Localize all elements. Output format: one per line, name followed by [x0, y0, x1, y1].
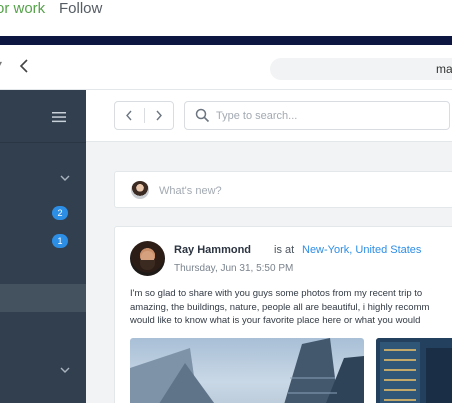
post-body: I'm so glad to share with you guys some … — [130, 287, 452, 328]
location-link[interactable]: New-York, United States — [302, 244, 421, 256]
content-toolbar — [86, 90, 452, 142]
notification-badge: 2 — [52, 206, 68, 220]
compose-input[interactable] — [159, 182, 359, 199]
post-timestamp: Thursday, Jun 31, 5:50 PM — [174, 263, 294, 274]
avatar — [131, 181, 149, 199]
post-body-line: amazing, the buildings, nature, people a… — [130, 301, 430, 313]
page-header: or work Follow — [0, 0, 452, 36]
post-card: Ray Hammond is at New-York, United State… — [114, 226, 452, 403]
caret-down-icon[interactable]: ▾ — [0, 59, 2, 70]
partial-link[interactable]: or work — [0, 0, 45, 17]
pager-separator — [144, 108, 145, 123]
chevron-down-icon[interactable] — [60, 366, 70, 374]
post-photo[interactable] — [376, 338, 452, 403]
browser-toolbar: ▾ ma — [0, 45, 452, 90]
chevron-down-icon[interactable] — [60, 174, 70, 182]
sidebar-divider — [0, 142, 86, 143]
header-divider — [0, 36, 452, 45]
search-icon — [195, 108, 210, 123]
hamburger-menu-icon[interactable] — [52, 111, 66, 123]
pager — [114, 101, 174, 130]
search-box — [184, 101, 450, 130]
post-photo[interactable] — [130, 338, 364, 403]
follow-link[interactable]: Follow — [59, 0, 102, 17]
author-name[interactable]: Ray Hammond — [174, 244, 251, 256]
address-text: ma — [436, 62, 452, 76]
main-content: Ray Hammond is at New-York, United State… — [86, 90, 452, 403]
location-prefix: is at — [274, 244, 295, 256]
address-bar[interactable]: ma — [270, 58, 452, 80]
post-body-line: I'm so glad to share with you guys some … — [130, 288, 423, 299]
back-arrow-icon[interactable] — [17, 58, 31, 74]
author-avatar[interactable] — [130, 241, 165, 276]
sidebar: 2 1 — [0, 90, 86, 403]
post-body-line: would like to know what is your favorite… — [130, 315, 421, 326]
notification-badge: 1 — [52, 234, 68, 248]
compose-box — [114, 171, 452, 208]
chevron-left-icon[interactable] — [124, 110, 134, 121]
sidebar-item-active[interactable] — [0, 284, 86, 312]
search-input[interactable] — [216, 107, 436, 125]
chevron-right-icon[interactable] — [154, 110, 164, 121]
